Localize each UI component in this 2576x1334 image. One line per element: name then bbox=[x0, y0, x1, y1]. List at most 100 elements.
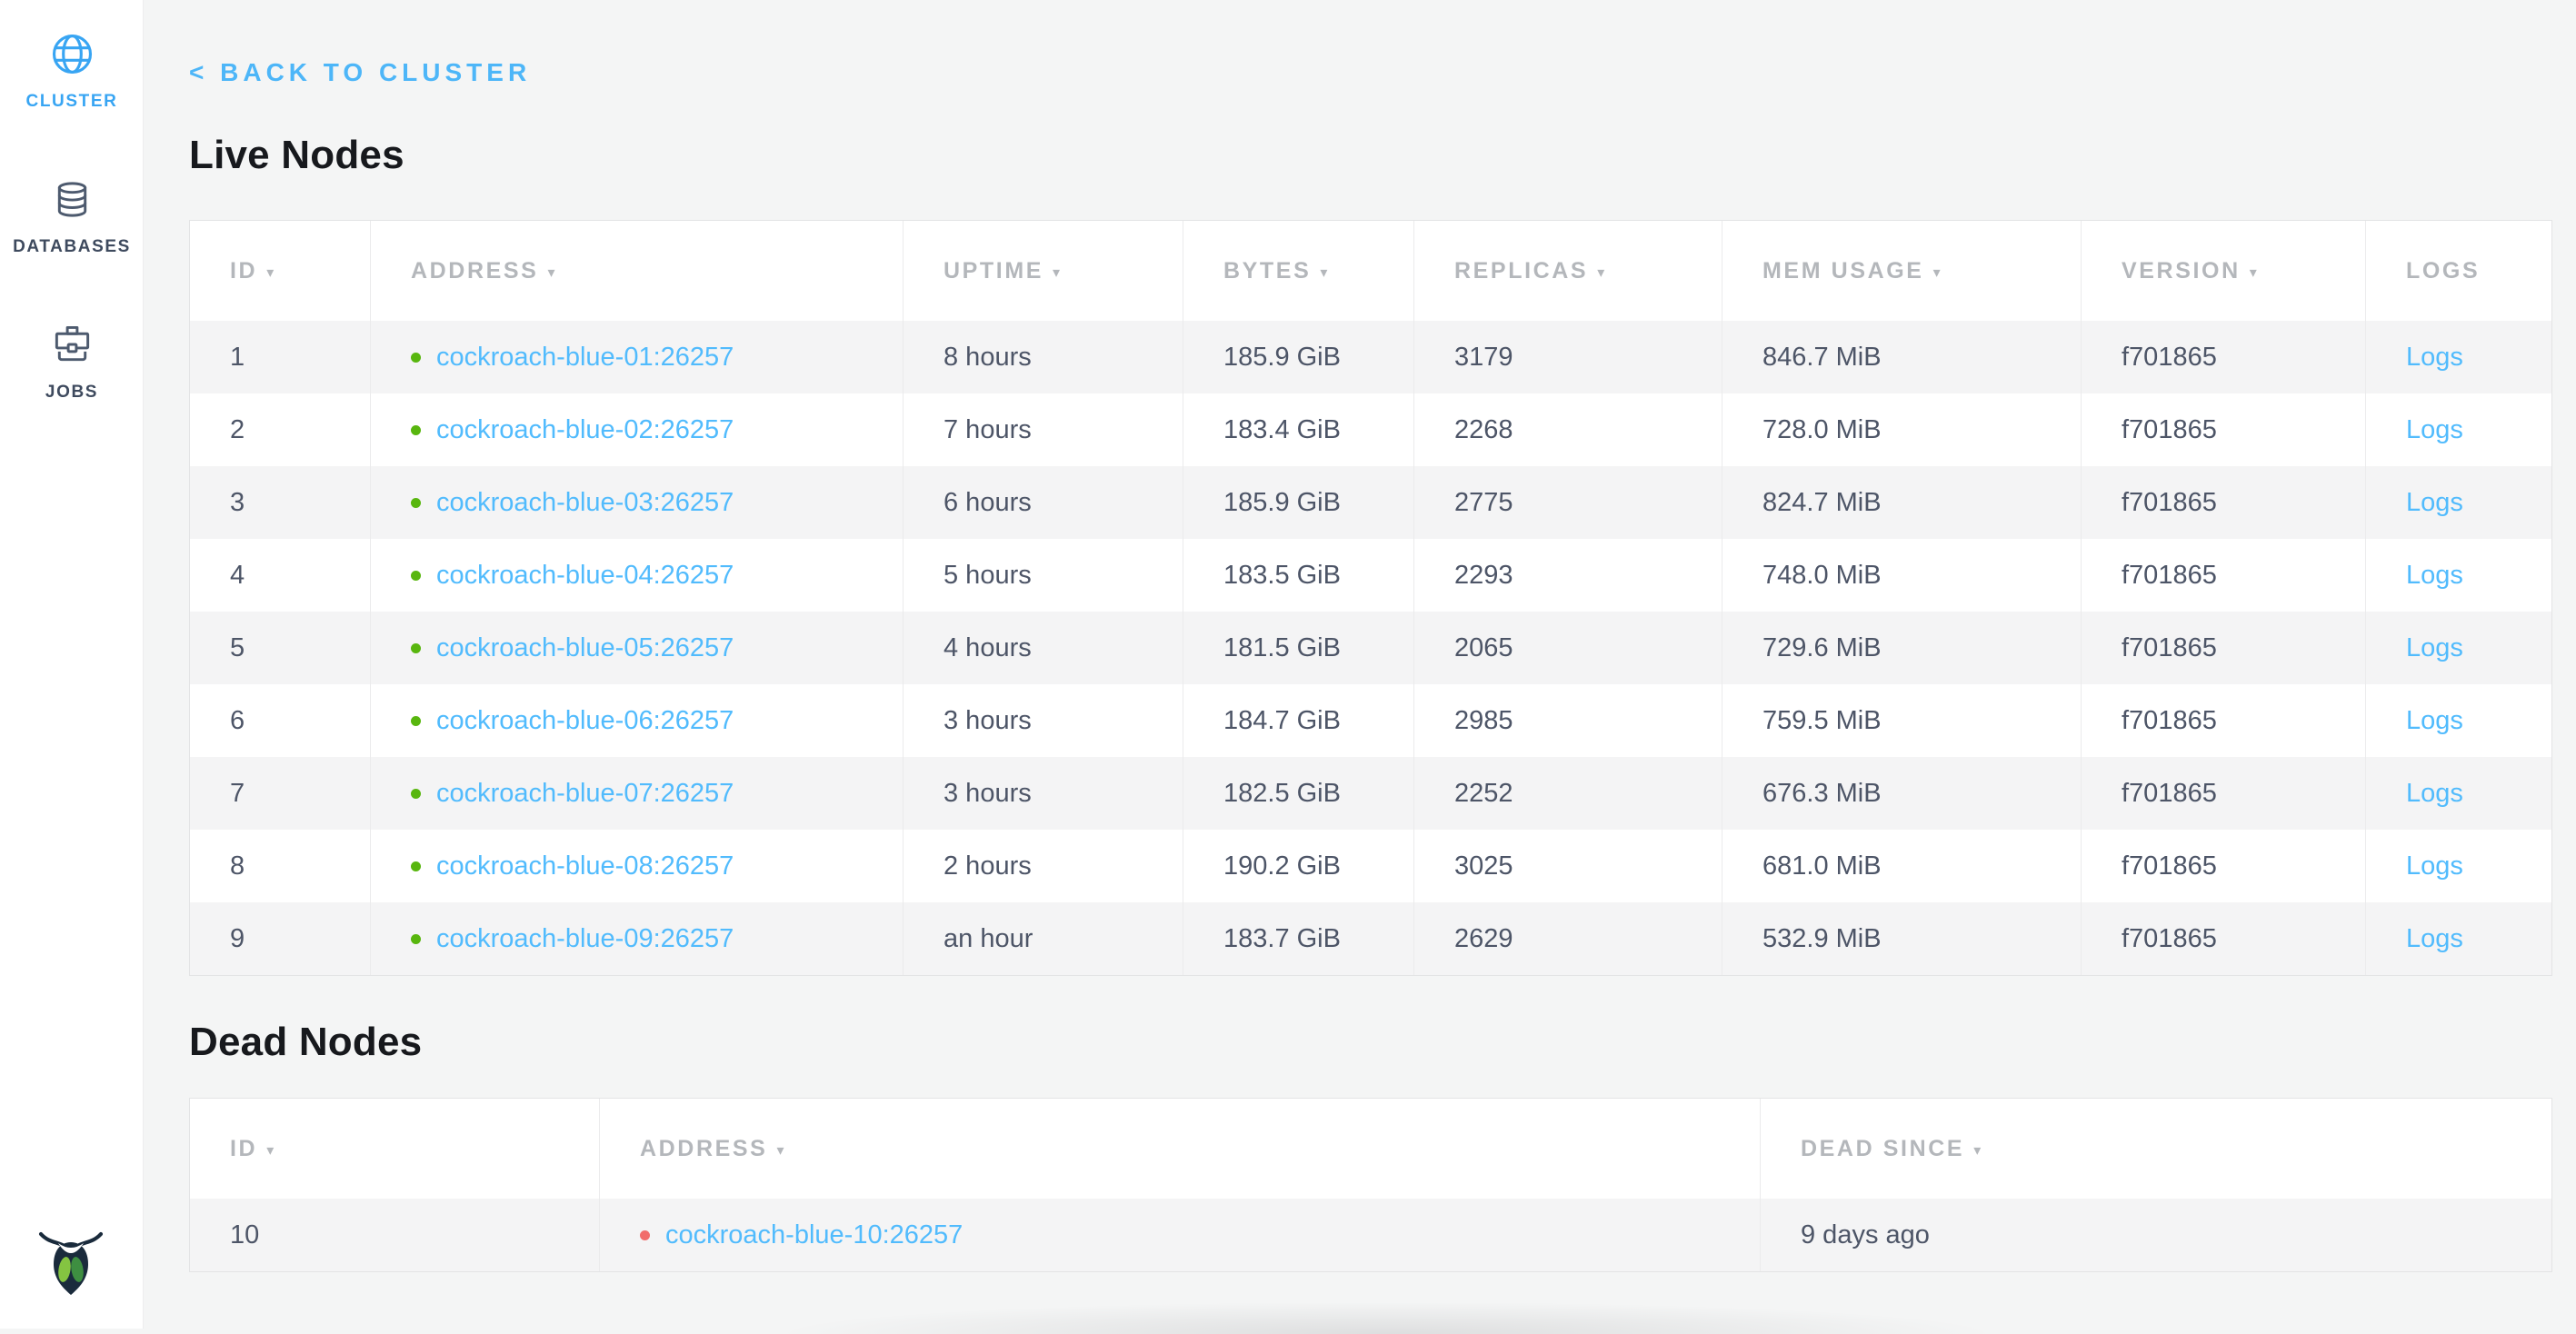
node-logs-cell: Logs bbox=[2366, 757, 2551, 830]
node-version: f701865 bbox=[2082, 321, 2366, 393]
node-id: 2 bbox=[190, 393, 371, 466]
column-header-logs: LOGS bbox=[2366, 221, 2551, 321]
node-uptime: 8 hours bbox=[904, 321, 1183, 393]
column-header-address[interactable]: ADDRESS▾ bbox=[600, 1099, 1761, 1199]
cluster-nodes-page: CLUSTER DATABASES JOBS bbox=[0, 0, 2576, 1329]
live-status-dot bbox=[411, 934, 421, 944]
logs-link[interactable]: Logs bbox=[2406, 633, 2463, 663]
node-address-cell: cockroach-blue-08:26257 bbox=[371, 830, 904, 902]
table-row-node-9: 9 cockroach-blue-09:26257 an hour 183.7 … bbox=[190, 902, 2551, 975]
bottom-edge-shadow bbox=[651, 1303, 2323, 1334]
column-header-uptime[interactable]: UPTIME▾ bbox=[904, 221, 1183, 321]
node-address-link[interactable]: cockroach-blue-04:26257 bbox=[436, 561, 734, 591]
live-status-dot bbox=[411, 789, 421, 799]
sort-arrow-icon: ▾ bbox=[1597, 261, 1604, 282]
logs-link[interactable]: Logs bbox=[2406, 706, 2463, 736]
node-uptime: 5 hours bbox=[904, 539, 1183, 612]
live-status-dot bbox=[411, 571, 421, 581]
node-address-link[interactable]: cockroach-blue-10:26257 bbox=[665, 1220, 963, 1250]
column-header-replicas[interactable]: REPLICAS▾ bbox=[1414, 221, 1722, 321]
column-header-dead-since[interactable]: DEAD SINCE▾ bbox=[1761, 1099, 2551, 1199]
node-version: f701865 bbox=[2082, 612, 2366, 684]
node-dead-since: 9 days ago bbox=[1761, 1199, 2551, 1271]
live-status-dot bbox=[411, 498, 421, 508]
node-logs-cell: Logs bbox=[2366, 612, 2551, 684]
column-header-mem-usage[interactable]: MEM USAGE▾ bbox=[1722, 221, 2082, 321]
node-bytes: 190.2 GiB bbox=[1183, 830, 1414, 902]
node-logs-cell: Logs bbox=[2366, 684, 2551, 757]
dead-nodes-header-row: ID▾ ADDRESS▾ DEAD SINCE▾ bbox=[190, 1099, 2551, 1199]
node-address-link[interactable]: cockroach-blue-06:26257 bbox=[436, 706, 734, 736]
sidebar-item-databases[interactable]: DATABASES bbox=[0, 178, 144, 257]
back-to-cluster-link[interactable]: < BACK TO CLUSTER bbox=[189, 58, 531, 87]
node-version: f701865 bbox=[2082, 684, 2366, 757]
node-logs-cell: Logs bbox=[2366, 830, 2551, 902]
node-version: f701865 bbox=[2082, 830, 2366, 902]
node-id: 9 bbox=[190, 902, 371, 975]
column-header-version[interactable]: VERSION▾ bbox=[2082, 221, 2366, 321]
logs-link[interactable]: Logs bbox=[2406, 415, 2463, 445]
cockroachdb-logo-icon bbox=[35, 1223, 107, 1298]
node-id: 10 bbox=[190, 1199, 600, 1271]
node-address-cell: cockroach-blue-06:26257 bbox=[371, 684, 904, 757]
sidebar: CLUSTER DATABASES JOBS bbox=[0, 0, 144, 1329]
node-bytes: 182.5 GiB bbox=[1183, 757, 1414, 830]
node-address-link[interactable]: cockroach-blue-08:26257 bbox=[436, 851, 734, 881]
column-header-id[interactable]: ID▾ bbox=[190, 221, 371, 321]
node-address-cell: cockroach-blue-10:26257 bbox=[600, 1199, 1761, 1271]
node-address-link[interactable]: cockroach-blue-09:26257 bbox=[436, 924, 734, 954]
node-logs-cell: Logs bbox=[2366, 321, 2551, 393]
live-nodes-header-row: ID▾ ADDRESS▾ UPTIME▾ BYTES▾ REPLICAS▾ ME… bbox=[190, 221, 2551, 321]
logs-link[interactable]: Logs bbox=[2406, 779, 2463, 809]
node-bytes: 185.9 GiB bbox=[1183, 466, 1414, 539]
node-mem-usage: 759.5 MiB bbox=[1722, 684, 2082, 757]
node-id: 4 bbox=[190, 539, 371, 612]
sidebar-item-jobs[interactable]: JOBS bbox=[0, 324, 144, 403]
node-address-cell: cockroach-blue-07:26257 bbox=[371, 757, 904, 830]
node-version: f701865 bbox=[2082, 466, 2366, 539]
node-id: 3 bbox=[190, 466, 371, 539]
node-logs-cell: Logs bbox=[2366, 393, 2551, 466]
node-version: f701865 bbox=[2082, 902, 2366, 975]
table-row-node-2: 2 cockroach-blue-02:26257 7 hours 183.4 … bbox=[190, 393, 2551, 466]
node-logs-cell: Logs bbox=[2366, 539, 2551, 612]
node-address-link[interactable]: cockroach-blue-03:26257 bbox=[436, 488, 734, 518]
table-row-node-7: 7 cockroach-blue-07:26257 3 hours 182.5 … bbox=[190, 757, 2551, 830]
live-status-dot bbox=[411, 643, 421, 653]
dead-status-dot bbox=[640, 1230, 650, 1240]
sort-arrow-icon: ▾ bbox=[1053, 261, 1060, 282]
node-mem-usage: 846.7 MiB bbox=[1722, 321, 2082, 393]
column-header-id[interactable]: ID▾ bbox=[190, 1099, 600, 1199]
column-header-address[interactable]: ADDRESS▾ bbox=[371, 221, 904, 321]
logs-link[interactable]: Logs bbox=[2406, 851, 2463, 881]
node-bytes: 184.7 GiB bbox=[1183, 684, 1414, 757]
table-row-node-8: 8 cockroach-blue-08:26257 2 hours 190.2 … bbox=[190, 830, 2551, 902]
node-address-cell: cockroach-blue-03:26257 bbox=[371, 466, 904, 539]
sort-arrow-icon: ▾ bbox=[266, 1139, 274, 1160]
node-address-link[interactable]: cockroach-blue-02:26257 bbox=[436, 415, 734, 445]
node-replicas: 2629 bbox=[1414, 902, 1722, 975]
node-bytes: 183.4 GiB bbox=[1183, 393, 1414, 466]
sort-arrow-icon: ▾ bbox=[2250, 261, 2257, 282]
sidebar-item-label: CLUSTER bbox=[26, 92, 118, 112]
node-address-link[interactable]: cockroach-blue-05:26257 bbox=[436, 633, 734, 663]
sort-arrow-icon: ▾ bbox=[1933, 261, 1941, 282]
logs-link[interactable]: Logs bbox=[2406, 343, 2463, 373]
column-header-bytes[interactable]: BYTES▾ bbox=[1183, 221, 1414, 321]
logs-link[interactable]: Logs bbox=[2406, 488, 2463, 518]
main-content: < BACK TO CLUSTER Live Nodes ID▾ ADDRESS… bbox=[144, 0, 2576, 1329]
node-replicas: 3179 bbox=[1414, 321, 1722, 393]
node-uptime: 3 hours bbox=[904, 684, 1183, 757]
logs-link[interactable]: Logs bbox=[2406, 924, 2463, 954]
sort-arrow-icon: ▾ bbox=[776, 1139, 784, 1160]
sidebar-item-cluster[interactable]: CLUSTER bbox=[0, 33, 144, 112]
table-row-node-4: 4 cockroach-blue-04:26257 5 hours 183.5 … bbox=[190, 539, 2551, 612]
node-address-link[interactable]: cockroach-blue-07:26257 bbox=[436, 779, 734, 809]
node-address-link[interactable]: cockroach-blue-01:26257 bbox=[436, 343, 734, 373]
table-row-node-5: 5 cockroach-blue-05:26257 4 hours 181.5 … bbox=[190, 612, 2551, 684]
node-uptime: 4 hours bbox=[904, 612, 1183, 684]
logs-link[interactable]: Logs bbox=[2406, 561, 2463, 591]
node-bytes: 185.9 GiB bbox=[1183, 321, 1414, 393]
node-id: 5 bbox=[190, 612, 371, 684]
node-logs-cell: Logs bbox=[2366, 466, 2551, 539]
